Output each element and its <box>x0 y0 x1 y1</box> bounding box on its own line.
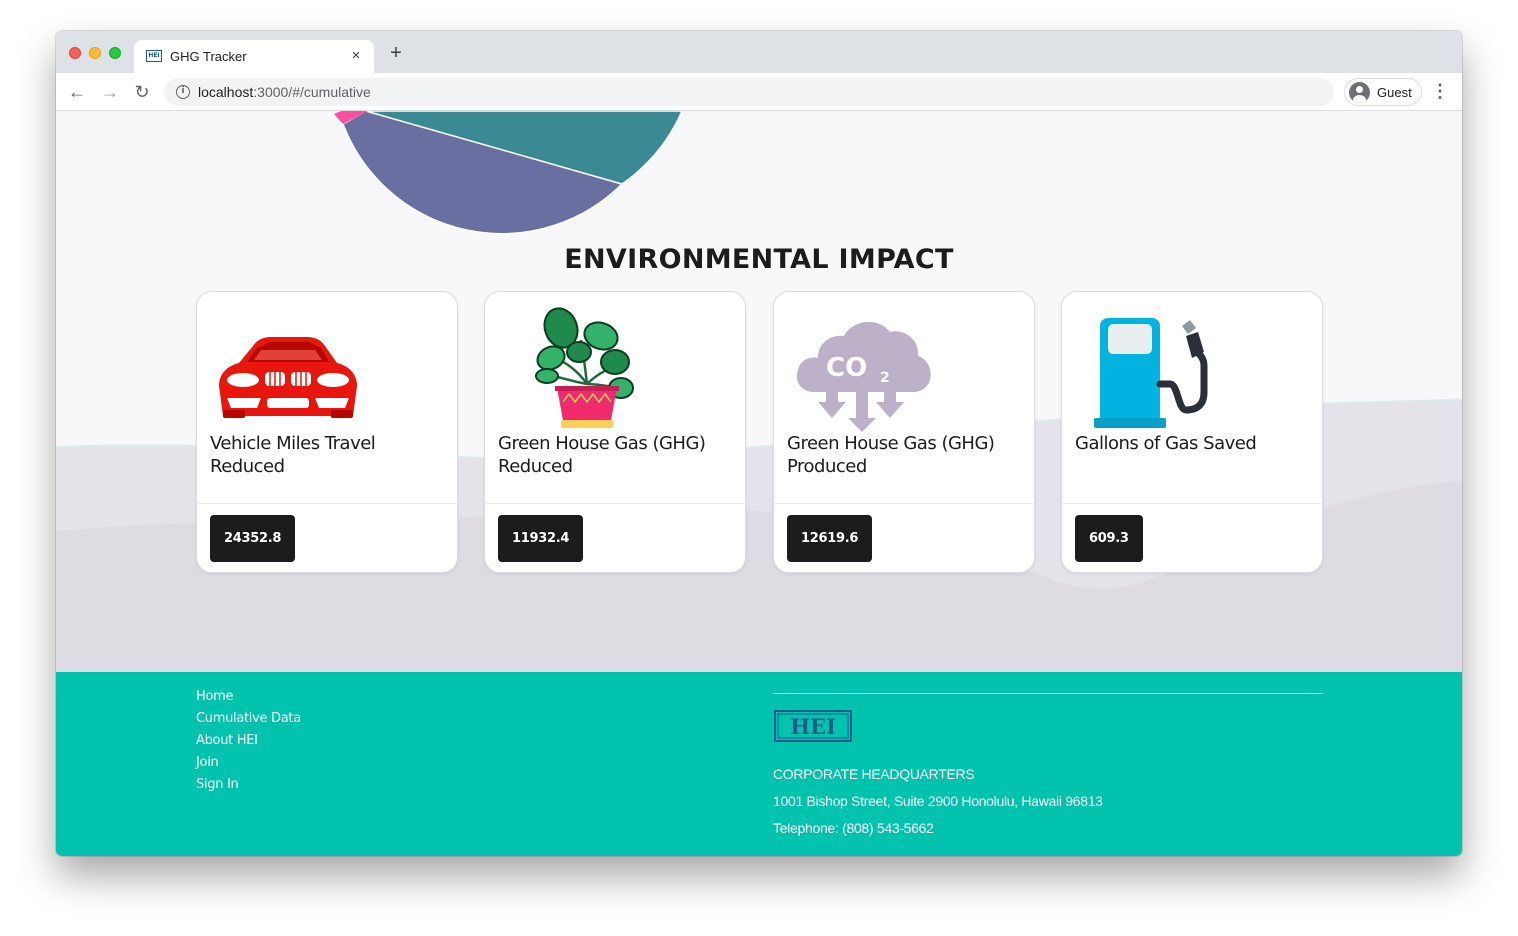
card-title: Gallons of Gas Saved <box>1075 433 1257 454</box>
profile-label: Guest <box>1377 85 1412 100</box>
active-tab[interactable]: HEI GHG Tracker × <box>134 40 374 73</box>
card-title: Green House Gas (GHG) Reduced <box>498 433 706 477</box>
card-value: 11932.4 <box>498 515 584 562</box>
impact-card-vehicle-miles: Vehicle Miles Travel Reduced 24352.8 <box>196 291 458 573</box>
tab-strip: HEI GHG Tracker × + <box>56 31 1462 73</box>
footer-link-home[interactable]: Home <box>196 686 301 708</box>
svg-text:HEI: HEI <box>790 714 836 739</box>
section-title: ENVIRONMENTAL IMPACT <box>564 244 954 275</box>
url-path: :3000/#/cumulative <box>253 84 371 100</box>
plant-icon <box>535 307 634 428</box>
forward-arrow-icon[interactable]: → <box>99 81 121 103</box>
impact-card-ghg-produced: CO 2 Green House Gas (GHG) Produced 1261… <box>773 291 1035 573</box>
reload-icon[interactable]: ↻ <box>131 81 153 103</box>
close-icon[interactable]: × <box>348 47 364 64</box>
gas-pump-icon <box>1094 318 1208 428</box>
footer-link-cumulative-data[interactable]: Cumulative Data <box>196 708 301 730</box>
headquarters-label: CORPORATE HEADQUARTERS <box>773 766 975 782</box>
tab-title: GHG Tracker <box>170 49 247 64</box>
hei-favicon-icon: HEI <box>146 50 162 62</box>
back-arrow-icon[interactable]: ← <box>66 81 88 103</box>
card-title: Green House Gas (GHG) Produced <box>787 433 995 477</box>
browser-window: HEI GHG Tracker × + ← → ↻ i localhost:30… <box>56 31 1462 856</box>
card-divider <box>1062 503 1322 504</box>
card-value: 609.3 <box>1075 515 1143 562</box>
co2-cloud-icon: CO 2 <box>796 321 931 432</box>
info-icon[interactable]: i <box>176 85 190 99</box>
svg-text:2: 2 <box>880 370 890 386</box>
minimize-window-button[interactable] <box>89 47 101 59</box>
menu-icon[interactable]: ⋮ <box>1430 81 1450 101</box>
card-divider <box>197 503 457 504</box>
site-footer: Home Cumulative Data About HEI Join Sign… <box>56 672 1462 856</box>
pie-chart <box>334 111 683 235</box>
headquarters-phone: Telephone: (808) 543-5662 <box>773 820 934 836</box>
svg-text:CO: CO <box>826 353 867 383</box>
url-host: localhost <box>198 84 254 100</box>
footer-link-about-hei[interactable]: About HEI <box>196 730 301 752</box>
profile-button[interactable]: Guest <box>1344 78 1422 106</box>
maximize-window-button[interactable] <box>109 47 121 59</box>
url-text: localhost:3000/#/cumulative <box>198 84 371 100</box>
page-content: ENVIRONMENTAL IMPACT Vehicle Miles Trave… <box>56 111 1462 856</box>
card-value: 24352.8 <box>210 515 296 562</box>
card-title: Vehicle Miles Travel Reduced <box>210 433 376 477</box>
address-bar[interactable]: i localhost:3000/#/cumulative <box>164 78 1334 106</box>
footer-nav: Home Cumulative Data About HEI Join Sign… <box>196 686 301 796</box>
close-window-button[interactable] <box>69 47 81 59</box>
card-divider <box>485 503 745 504</box>
headquarters-address: 1001 Bishop Street, Suite 2900 Honolulu,… <box>773 793 1103 809</box>
footer-divider <box>773 693 1323 694</box>
card-divider <box>774 503 1034 504</box>
car-icon <box>219 337 357 418</box>
browser-toolbar: ← → ↻ i localhost:3000/#/cumulative Gues… <box>56 73 1462 111</box>
hei-logo: HEI <box>774 710 852 742</box>
new-tab-icon[interactable]: + <box>386 42 406 65</box>
impact-card-gas-saved: Gallons of Gas Saved 609.3 <box>1061 291 1323 573</box>
avatar-icon <box>1349 82 1370 103</box>
footer-link-join[interactable]: Join <box>196 752 301 774</box>
footer-link-sign-in[interactable]: Sign In <box>196 774 301 796</box>
card-value: 12619.6 <box>787 515 873 562</box>
impact-card-ghg-reduced: Green House Gas (GHG) Reduced 11932.4 <box>484 291 746 573</box>
